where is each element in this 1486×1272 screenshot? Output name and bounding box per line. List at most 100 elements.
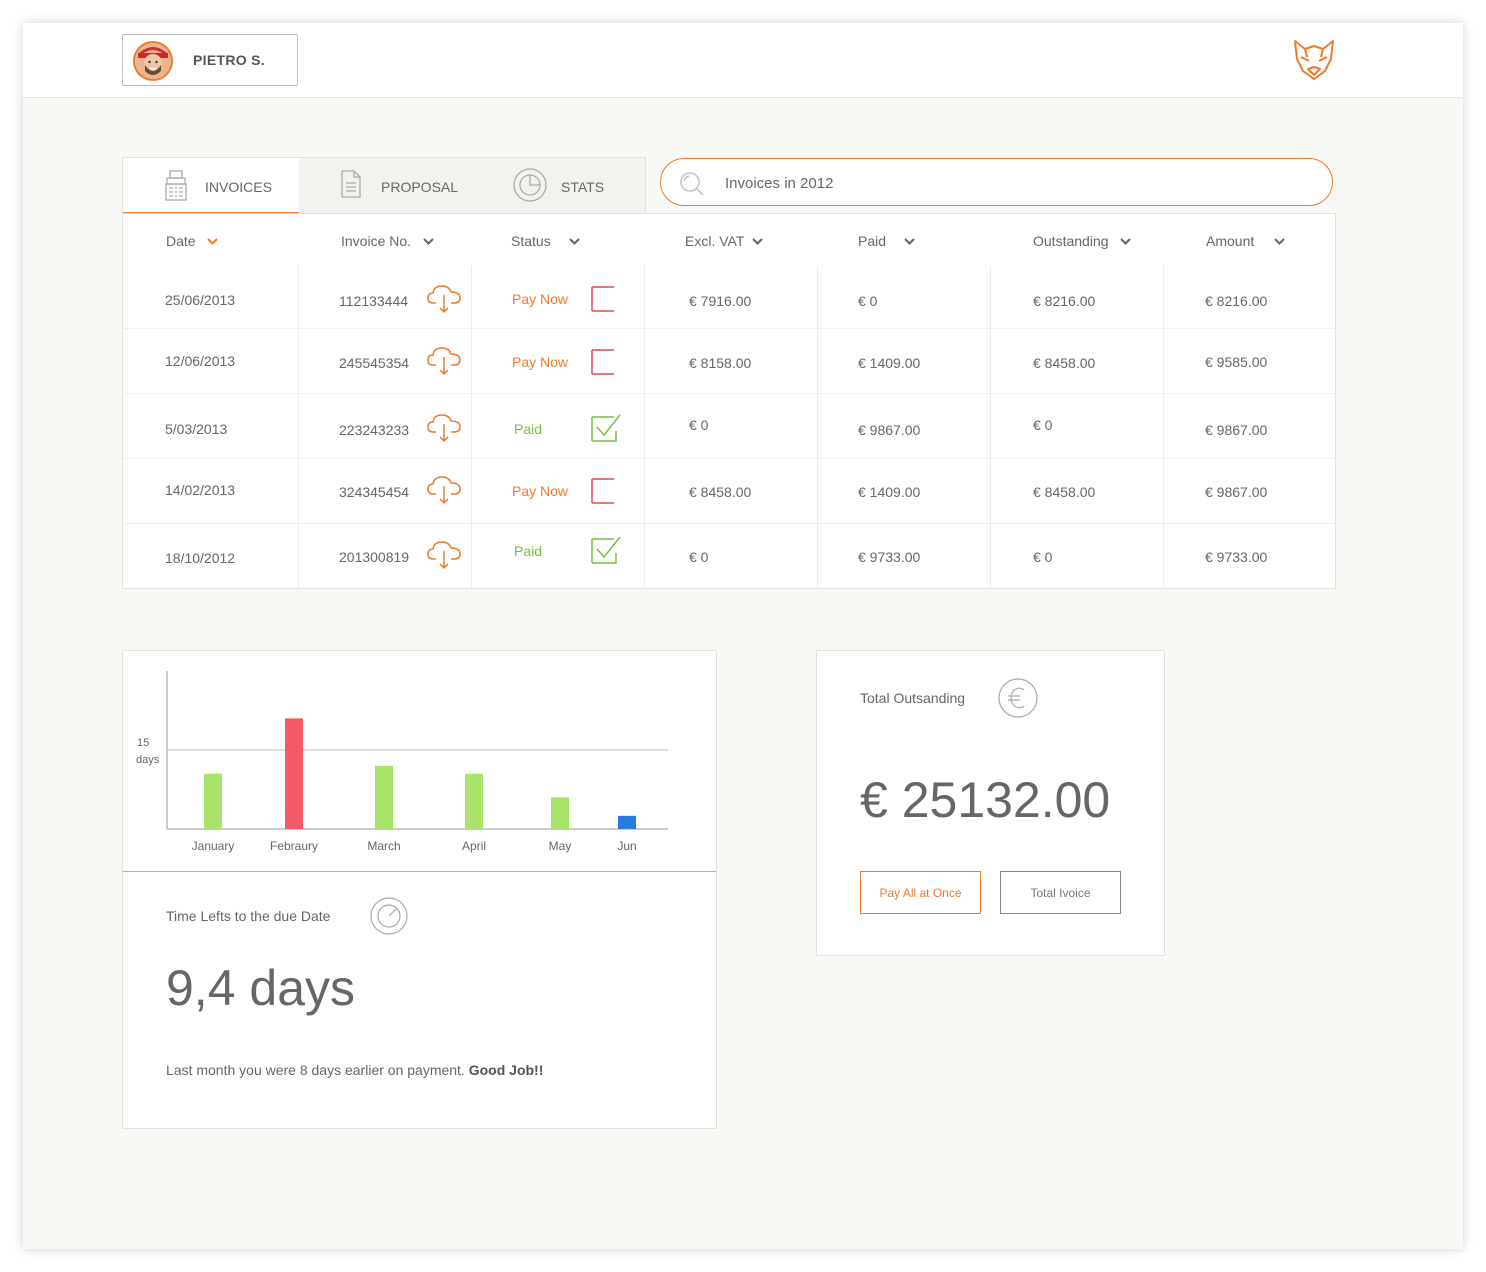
cloud-download-icon[interactable] (427, 413, 461, 443)
cloud-download-icon[interactable] (427, 284, 461, 314)
tab-proposal-label: PROPOSAL (381, 179, 459, 195)
column-divider (817, 266, 818, 588)
x-tick-label: May (549, 839, 572, 853)
cell-date: 12/06/2013 (165, 353, 236, 369)
tab-stats-label: STATS (561, 179, 605, 195)
reference-label: 15 (137, 737, 149, 749)
unpaid-checkbox-icon[interactable] (590, 285, 616, 313)
status-paid-label: Paid (514, 543, 543, 559)
chevron-down-icon (1120, 238, 1132, 245)
tab-proposal[interactable]: PROPOSAL (299, 158, 475, 214)
cell-paid: € 1409.00 (858, 355, 921, 371)
column-header-date[interactable]: Date (166, 233, 219, 249)
search-input[interactable] (725, 171, 1305, 195)
cell-amount: € 9733.00 (1205, 549, 1268, 565)
pie-chart-icon (513, 168, 547, 202)
reference-label: days (136, 754, 160, 766)
unpaid-checkbox-icon[interactable] (590, 348, 616, 376)
column-header-paid[interactable]: Paid (858, 233, 915, 249)
app-window: PIETRO S. INVOICES PROPOSAL STATS Invoic… (23, 23, 1463, 1249)
pay-all-button[interactable]: Pay All at Once (860, 871, 981, 914)
status-pay-now-link[interactable]: Pay Now (512, 291, 568, 307)
chevron-down-icon (752, 238, 763, 245)
cell-date: 25/06/2013 (165, 292, 236, 308)
cell-paid: € 0 (858, 293, 878, 309)
cell-outstanding: € 8458.00 (1033, 484, 1096, 500)
column-divider (471, 266, 472, 588)
cell-excl-vat: € 0 (689, 549, 709, 565)
row-divider (123, 328, 1335, 329)
unpaid-checkbox-icon[interactable] (590, 477, 616, 505)
column-divider (1163, 266, 1164, 588)
row-divider (123, 458, 1335, 459)
status-pay-now-link[interactable]: Pay Now (512, 483, 568, 499)
chevron-down-icon (568, 238, 580, 245)
chevron-down-icon (1274, 238, 1285, 245)
cell-excl-vat: € 0 (689, 417, 709, 433)
user-name: PIETRO S. (193, 52, 265, 68)
register-icon (165, 170, 187, 201)
cell-outstanding: € 8216.00 (1033, 293, 1096, 309)
cloud-download-icon[interactable] (427, 475, 461, 505)
paid-checkmark-icon (591, 536, 621, 564)
column-header-invoice[interactable]: Invoice No. (341, 233, 434, 249)
payment-time-card: 15 days January Febraury March April May Jun … (122, 650, 717, 1129)
column-divider (644, 266, 645, 588)
due-date-value: 9,4 days (166, 960, 356, 1016)
column-header-amount[interactable]: Amount (1206, 233, 1285, 249)
fox-logo-icon (1294, 40, 1334, 80)
bar-may (551, 797, 569, 829)
cell-date: 14/02/2013 (165, 482, 236, 498)
cell-amount: € 9867.00 (1205, 422, 1268, 438)
status-paid-label: Paid (514, 421, 543, 437)
bar-jun (618, 815, 636, 829)
cloud-download-icon[interactable] (427, 540, 461, 570)
column-header-label: Status (511, 233, 551, 249)
cloud-download-icon[interactable] (427, 346, 461, 376)
x-tick-label: March (367, 839, 400, 853)
column-header-label: Outstanding (1033, 233, 1109, 249)
column-header-label: Excl. VAT (685, 233, 745, 249)
document-icon (341, 170, 361, 198)
due-note-emphasis: Good Job!! (468, 1062, 544, 1078)
cell-excl-vat: € 8458.00 (689, 484, 752, 500)
chevron-down-icon (904, 238, 915, 245)
x-tick-label: April (462, 839, 486, 853)
gauge-icon (370, 897, 408, 935)
total-outstanding-card: Total Outsanding € 25132.00 Pay All at O… (816, 650, 1165, 956)
column-header-status[interactable]: Status (511, 233, 580, 249)
cell-invoice-no: 112133444 (339, 293, 409, 309)
paid-checkmark-icon (591, 414, 621, 442)
tab-invoices[interactable]: INVOICES (123, 158, 299, 214)
status-pay-now-link[interactable]: Pay Now (512, 354, 568, 370)
cell-amount: € 8216.00 (1205, 293, 1268, 309)
card-divider (123, 871, 716, 872)
avatar (133, 41, 173, 81)
user-menu[interactable]: PIETRO S. (122, 34, 298, 86)
cell-excl-vat: € 8158.00 (689, 355, 752, 371)
top-bar: PIETRO S. (23, 23, 1463, 98)
cell-paid: € 1409.00 (858, 484, 921, 500)
column-header-excl-vat[interactable]: Excl. VAT (685, 233, 763, 249)
search-icon (680, 172, 704, 196)
tab-stats[interactable]: STATS (475, 158, 647, 214)
chevron-down-icon (207, 238, 219, 245)
total-outstanding-label: Total Outsanding (860, 690, 966, 706)
cell-date: 5/03/2013 (165, 421, 228, 437)
x-tick-label: Febraury (270, 839, 318, 853)
cell-invoice-no: 201300819 (339, 549, 410, 565)
search-bar (660, 158, 1333, 206)
column-header-outstanding[interactable]: Outstanding (1033, 233, 1132, 249)
cell-paid: € 9867.00 (858, 422, 921, 438)
tab-bar: INVOICES PROPOSAL STATS (122, 157, 647, 214)
total-invoice-button[interactable]: Total Ivoice (1000, 871, 1121, 914)
due-note-text: Last month you were 8 days earlier on pa… (166, 1062, 465, 1078)
row-divider (123, 523, 1335, 524)
invoices-table: Date Invoice No. Status Excl. VAT Paid O… (122, 213, 1336, 589)
cell-excl-vat: € 7916.00 (689, 293, 752, 309)
cell-paid: € 9733.00 (858, 549, 921, 565)
cell-date: 18/10/2012 (165, 550, 236, 566)
column-header-label: Paid (858, 233, 887, 249)
x-tick-label: January (192, 839, 235, 853)
cell-invoice-no: 223243233 (339, 422, 410, 438)
